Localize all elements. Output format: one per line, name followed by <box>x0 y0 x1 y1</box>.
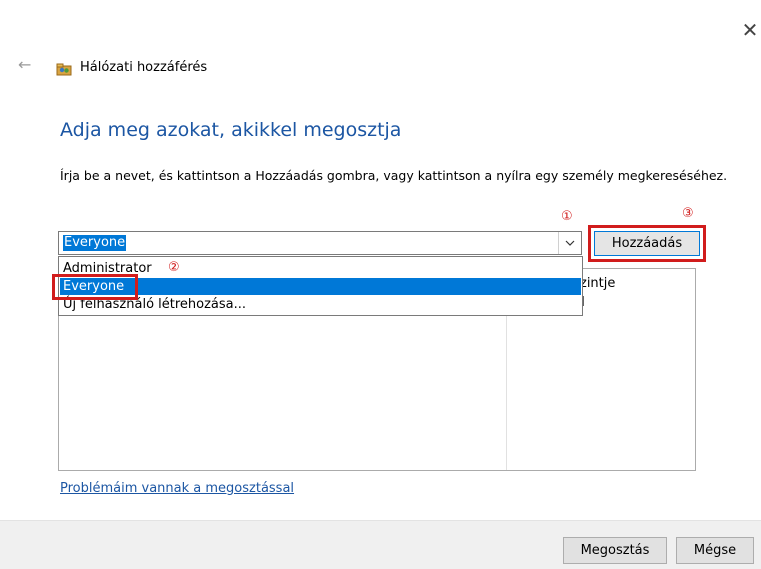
annotation-marker-3: ③ <box>682 206 694 221</box>
dropdown-item-new-user[interactable]: Új felhasználó létrehozása... <box>60 296 581 313</box>
add-button[interactable]: Hozzáadás <box>594 231 700 256</box>
close-icon[interactable]: ✕ <box>740 18 760 42</box>
page-heading: Adja meg azokat, akikkel megosztja <box>60 119 402 141</box>
user-combobox[interactable]: Everyone <box>58 231 582 255</box>
sharing-problems-link[interactable]: Problémáim vannak a megosztással <box>60 481 294 497</box>
chevron-down-icon[interactable] <box>558 232 581 254</box>
network-share-icon <box>56 60 72 76</box>
annotation-marker-2: ② <box>168 260 180 275</box>
cancel-button[interactable]: Mégse <box>676 537 754 564</box>
dropdown-item-administrator[interactable]: Administrator <box>60 260 581 277</box>
instruction-text: Írja be a nevet, és kattintson a Hozzáad… <box>60 168 728 183</box>
share-button[interactable]: Megosztás <box>563 537 667 564</box>
everyone-highlight <box>52 274 138 300</box>
combobox-value[interactable]: Everyone <box>63 235 127 251</box>
dropdown-item-everyone[interactable]: Everyone <box>60 278 581 295</box>
back-arrow-icon[interactable]: ← <box>18 54 40 76</box>
annotation-marker-1: ① <box>561 209 573 224</box>
window-title: Hálózati hozzáférés <box>80 60 208 75</box>
list-header-permission-level: zintje <box>580 276 616 291</box>
